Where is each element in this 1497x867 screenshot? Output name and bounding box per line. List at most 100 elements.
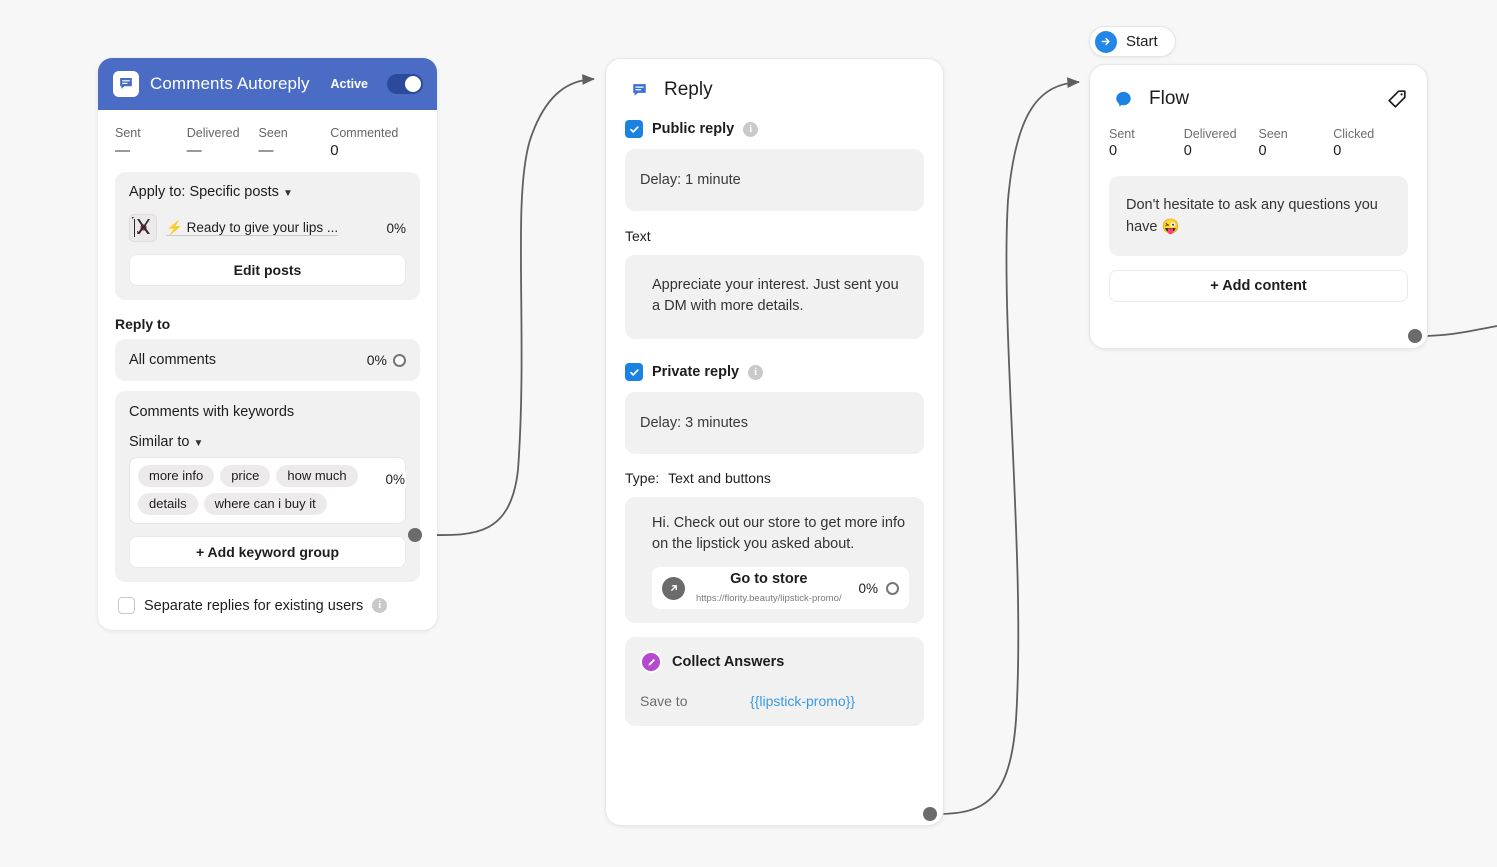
private-reply-delay-box[interactable]: Delay: 3 minutes [625,392,924,454]
private-reply-content-box[interactable]: Hi. Check out our store to get more info… [625,497,924,623]
comments-autoreply-node[interactable]: Comments Autoreply Active Sent — Deliver… [98,58,437,630]
go-to-store-button[interactable]: Go to store https://flority.beauty/lipst… [652,567,909,609]
post-title[interactable]: ⚡ Ready to give your lips ... [166,220,377,236]
collect-answers-title: Collect Answers [672,654,785,670]
tag-icon[interactable] [1386,88,1408,110]
bolt-icon: ⚡ [166,220,183,235]
add-content-button[interactable]: + Add content [1109,270,1408,302]
apply-to-panel: Apply to: Specific posts ▼ ⚡ Ready to gi… [115,172,420,300]
active-toggle[interactable] [387,74,423,94]
messenger-bubble-icon [1109,85,1137,113]
collect-answers-save-row: Save to {{lipstick-promo}} [640,693,909,709]
comment-bubble-icon [113,71,139,97]
stat-seen-value: — [258,142,274,159]
flow-node[interactable]: Flow Sent 0 Delivered 0 Seen 0 Clicked 0 [1089,64,1428,349]
flow-message-text: Don't hesitate to ask any questions you … [1126,197,1378,235]
type-value[interactable]: Text and buttons [668,470,771,486]
all-comments-row[interactable]: All comments 0% [115,339,420,381]
chevron-down-icon: ▼ [193,438,204,449]
flow-canvas[interactable]: Start Comments Autoreply Active Sent — D… [0,0,1497,867]
go-to-store-text: Go to store https://flority.beauty/lipst… [679,570,858,606]
flow-output-connector[interactable] [1408,329,1422,343]
info-icon[interactable]: i [748,364,764,380]
flow-node-title: Flow [1149,88,1190,109]
keyword-chips-box[interactable]: more info price how much details where c… [129,457,406,524]
keywords-match-mode[interactable]: Similar to ▼ [129,434,406,450]
add-keyword-group-button[interactable]: + Add keyword group [129,536,406,568]
private-reply-checkbox[interactable] [625,363,643,381]
all-comments-connector[interactable] [393,353,406,367]
keywords-panel: Comments with keywords Similar to ▼ more… [115,391,420,582]
go-to-store-percent: 0% [858,580,878,596]
flow-stats-row: Sent 0 Delivered 0 Seen 0 Clicked 0 [1090,113,1427,159]
separate-replies-row[interactable]: Separate replies for existing users i [118,597,437,614]
public-reply-text-box[interactable]: Appreciate your interest. Just sent you … [625,255,924,339]
apply-to-label: Apply to: Specific posts [129,184,279,200]
stat-seen: Seen — [259,126,331,160]
keyword-chip[interactable]: details [138,493,198,515]
edit-posts-button[interactable]: Edit posts [129,254,406,286]
keywords-output-connector[interactable] [408,528,422,542]
stat-delivered-value: — [186,142,202,159]
separate-replies-checkbox[interactable] [118,597,135,614]
public-reply-checkbox[interactable] [625,120,643,138]
keyword-chip[interactable]: how much [276,465,358,487]
comments-autoreply-header: Comments Autoreply Active [98,58,437,110]
keyword-chip[interactable]: price [220,465,271,487]
post-row[interactable]: ⚡ Ready to give your lips ... 0% [129,214,406,242]
flow-stat-seen-value: 0 [1258,143,1267,159]
info-icon[interactable]: i [372,598,388,613]
all-comments-percent: 0% [366,352,387,368]
stat-sent-value: — [115,142,130,159]
post-percent: 0% [386,220,406,236]
separate-replies-label: Separate replies for existing users [144,597,364,614]
public-reply-delay: Delay: 1 minute [640,172,741,188]
flow-stat-sent: Sent 0 [1109,127,1184,159]
text-label: Text [625,228,651,244]
pencil-circle-icon [640,651,662,673]
collect-answers-header: Collect Answers [640,651,909,673]
stat-seen-label: Seen [258,126,288,140]
go-to-store-title: Go to store [730,571,808,587]
stat-sent: Sent — [115,126,187,160]
collect-answers-block[interactable]: Collect Answers Save to {{lipstick-promo… [625,637,924,726]
flow-stat-seen: Seen 0 [1259,127,1334,159]
keyword-chip[interactable]: where can i buy it [203,493,327,515]
public-reply-delay-box[interactable]: Delay: 1 minute [625,149,924,211]
keyword-chip[interactable]: more info [138,465,215,487]
save-to-variable[interactable]: {{lipstick-promo}} [750,693,855,709]
all-comments-label: All comments [129,352,217,368]
flow-node-header: Flow [1090,65,1427,113]
stat-delivered: Delivered — [187,126,259,160]
reply-node-header: Reply [606,59,943,104]
flow-stat-clicked-value: 0 [1333,143,1342,159]
private-reply-row[interactable]: Private reply i [606,339,943,381]
post-thumbnail [129,214,157,242]
stat-commented-value: 0 [330,142,339,159]
chevron-down-icon: ▼ [282,188,293,199]
info-icon[interactable]: i [743,121,759,137]
reply-output-connector[interactable] [923,807,937,821]
flow-stat-clicked: Clicked 0 [1333,127,1408,159]
comments-autoreply-title: Comments Autoreply [150,74,310,93]
reply-node-title: Reply [664,79,713,100]
stat-sent-label: Sent [115,126,141,140]
active-status-label: Active [330,77,368,91]
flow-stat-sent-value: 0 [1109,143,1118,159]
start-pill[interactable]: Start [1089,26,1176,57]
flow-message-box[interactable]: Don't hesitate to ask any questions you … [1109,176,1408,256]
apply-to-dropdown[interactable]: Apply to: Specific posts ▼ [129,184,406,200]
keyword-chips: more info price how much details where c… [138,465,397,515]
go-to-store-connector[interactable] [886,581,899,595]
stat-delivered-label: Delivered [186,126,240,140]
flow-stat-seen-label: Seen [1258,127,1288,141]
stat-commented: Commented 0 [330,126,420,160]
private-reply-delay: Delay: 3 minutes [640,415,748,431]
reply-to-label: Reply to [115,316,171,332]
type-label: Type: [625,470,660,486]
post-title-text: Ready to give your lips ... [186,220,339,235]
start-label: Start [1126,33,1158,50]
public-reply-row[interactable]: Public reply i [606,104,943,138]
reply-node[interactable]: Reply Public reply i Delay: 1 minute Tex… [605,58,944,826]
flow-stat-sent-label: Sent [1109,127,1135,141]
